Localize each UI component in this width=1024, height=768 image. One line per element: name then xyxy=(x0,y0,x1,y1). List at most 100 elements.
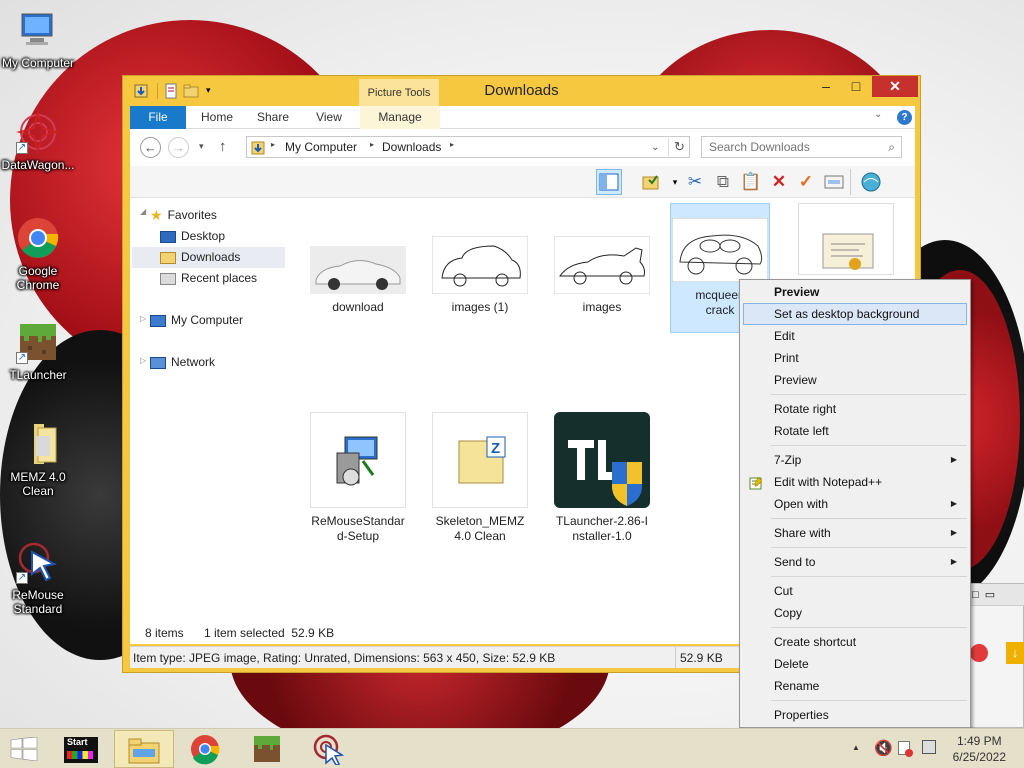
desktop-icon-tlauncher[interactable]: ↗ TLauncher xyxy=(0,320,76,382)
taskbar-remouse[interactable] xyxy=(298,730,358,768)
nav-favorites[interactable]: ★ Favorites xyxy=(150,205,217,226)
file-name: TLauncher-2.86-I xyxy=(555,514,649,528)
menu-item-edit[interactable]: Edit xyxy=(743,325,967,347)
computer-icon xyxy=(16,8,60,52)
address-history-dropdown-icon[interactable]: ⌄ xyxy=(651,142,659,153)
nav-desktop[interactable]: Desktop xyxy=(160,226,225,247)
menu-item-rename[interactable]: Rename xyxy=(743,675,967,697)
breadcrumb-downloads[interactable]: Downloads xyxy=(382,140,441,154)
nav-downloads[interactable]: Downloads xyxy=(132,247,285,268)
tab-share[interactable]: Share xyxy=(248,106,298,129)
menu-item-cut[interactable]: Cut xyxy=(743,580,967,602)
menu-item-copy[interactable]: Copy xyxy=(743,602,967,624)
taskbar-file-explorer[interactable] xyxy=(114,730,174,768)
address-bar[interactable]: ▸ My Computer ▸ Downloads ▸ xyxy=(246,136,690,158)
menu-item-share-with[interactable]: Share with ▶ xyxy=(743,522,967,544)
search-icon[interactable]: ⌕ xyxy=(888,140,895,155)
menu-item-print[interactable]: Print xyxy=(743,347,967,369)
taskbar-chrome[interactable] xyxy=(175,730,235,768)
cut-icon[interactable]: ✂ xyxy=(682,169,708,195)
submenu-arrow-icon: ▶ xyxy=(950,455,957,464)
file-item[interactable]: images xyxy=(552,236,652,315)
menu-item-preview[interactable]: Preview xyxy=(743,369,967,391)
installer-setup-icon xyxy=(310,412,406,508)
menu-item-rotate-right[interactable]: Rotate right xyxy=(743,398,967,420)
alert-dot-icon xyxy=(905,749,913,757)
rename-checkmark-icon[interactable]: ✓ xyxy=(793,169,819,195)
file-item[interactable]: ReMouseStandar d-Setup xyxy=(308,412,408,544)
preview-pane-button[interactable] xyxy=(596,169,622,195)
nav-recent-places-label: Recent places xyxy=(181,271,258,285)
menu-item-set-as-desktop-background[interactable]: Set as desktop background xyxy=(743,303,967,325)
volume-muted-icon[interactable]: 🔇 xyxy=(874,739,893,757)
menu-item-rotate-left[interactable]: Rotate left xyxy=(743,420,967,442)
delete-icon[interactable]: ✕ xyxy=(766,169,792,195)
title-bar[interactable]: ▾ Picture Tools Downloads – □ ✕ xyxy=(123,76,920,107)
sync-globe-icon[interactable] xyxy=(858,169,884,195)
windows-start-icon[interactable] xyxy=(10,736,38,764)
breadcrumb-separator-icon: ▸ xyxy=(271,140,276,149)
breadcrumb-my-computer[interactable]: My Computer xyxy=(285,140,357,154)
action-center-flag-icon[interactable] xyxy=(898,741,913,757)
menu-item-preview-default[interactable]: Preview xyxy=(743,281,967,303)
paste-icon[interactable]: 📋 xyxy=(738,169,764,195)
menu-item-7zip[interactable]: 7-Zip ▶ xyxy=(743,449,967,471)
nav-recent-places[interactable]: Recent places xyxy=(160,268,257,289)
back-button[interactable]: ← xyxy=(140,137,161,158)
file-item[interactable]: images (1) xyxy=(430,236,530,315)
collapse-arrow-icon[interactable]: ◢ xyxy=(140,207,146,216)
close-button[interactable]: ✕ xyxy=(872,76,918,97)
refresh-button[interactable]: ↻ xyxy=(668,136,690,158)
selection-info: 1 item selected 52.9 KB xyxy=(204,626,335,640)
file-item[interactable]: TLauncher-2.86-I nstaller-1.0 xyxy=(552,412,652,544)
expand-arrow-icon[interactable]: ▷ xyxy=(140,356,146,365)
clock[interactable]: 1:49 PM 6/25/2022 xyxy=(953,733,1006,765)
network-icon[interactable] xyxy=(922,740,936,754)
menu-item-label: Edit with Notepad++ xyxy=(774,475,883,489)
minimize-button[interactable]: – xyxy=(811,76,841,97)
show-hidden-icons-arrow-icon[interactable]: ▲ xyxy=(852,743,860,752)
expand-ribbon-icon[interactable]: ⌄ xyxy=(874,109,882,120)
tab-file[interactable]: File xyxy=(130,106,186,129)
menu-separator xyxy=(771,445,967,446)
search-input[interactable] xyxy=(702,137,872,157)
menu-item-properties[interactable]: Properties xyxy=(743,704,967,726)
desktop-icon-google-chrome[interactable]: Google Chrome xyxy=(0,216,76,292)
up-arrow-icon[interactable]: ↑ xyxy=(219,138,227,155)
menu-item-send-to[interactable]: Send to ▶ xyxy=(743,551,967,573)
taskbar-start-program[interactable]: Start xyxy=(52,730,112,768)
help-icon[interactable]: ? xyxy=(897,110,912,125)
menu-item-open-with[interactable]: Open with ▶ xyxy=(743,493,967,515)
file-item[interactable]: download xyxy=(308,246,408,315)
computer-icon xyxy=(150,314,166,327)
select-all-icon[interactable] xyxy=(821,169,847,195)
search-box[interactable]: ⌕ xyxy=(701,136,902,158)
file-item[interactable] xyxy=(796,203,896,275)
desktop-icon-my-computer[interactable]: My Computer xyxy=(0,8,76,70)
file-item[interactable]: Z Skeleton_MEMZ 4.0 Clean xyxy=(430,412,530,544)
recent-locations-dropdown-icon[interactable]: ▾ xyxy=(199,141,204,152)
desktop-icon-remouse[interactable]: ↗ ReMouse Standard xyxy=(0,540,76,616)
expand-arrow-icon[interactable]: ▷ xyxy=(140,314,146,323)
tab-view[interactable]: View xyxy=(304,106,354,129)
menu-item-create-shortcut[interactable]: Create shortcut xyxy=(743,631,967,653)
taskbar-tlauncher[interactable] xyxy=(237,730,297,768)
folder-properties-button[interactable] xyxy=(638,169,664,195)
tab-home[interactable]: Home xyxy=(192,106,242,129)
menu-separator xyxy=(771,576,967,577)
copy-icon[interactable]: ⧉ xyxy=(710,169,736,195)
tab-manage[interactable]: Manage xyxy=(360,106,440,129)
desktop-icon-label: MEMZ 4.0 Clean xyxy=(10,470,66,498)
desktop-icon-datawagon[interactable]: ↗ DataWagon... xyxy=(0,110,76,172)
desktop-icon-memz[interactable]: MEMZ 4.0 Clean xyxy=(0,422,76,498)
menu-item-edit-with-notepad[interactable]: Edit with Notepad++ xyxy=(743,471,967,493)
nav-network-label: Network xyxy=(171,355,216,369)
nav-my-computer[interactable]: My Computer xyxy=(150,310,243,331)
nav-network[interactable]: Network xyxy=(150,352,215,373)
context-menu[interactable]: Preview Set as desktop background Edit P… xyxy=(739,279,971,728)
recent-places-icon xyxy=(160,272,176,285)
menu-item-delete[interactable]: Delete xyxy=(743,653,967,675)
forward-button[interactable]: → xyxy=(168,137,189,158)
background-window[interactable]: □ ▭ ↓ xyxy=(967,583,1024,728)
maximize-button[interactable]: □ xyxy=(841,76,871,97)
